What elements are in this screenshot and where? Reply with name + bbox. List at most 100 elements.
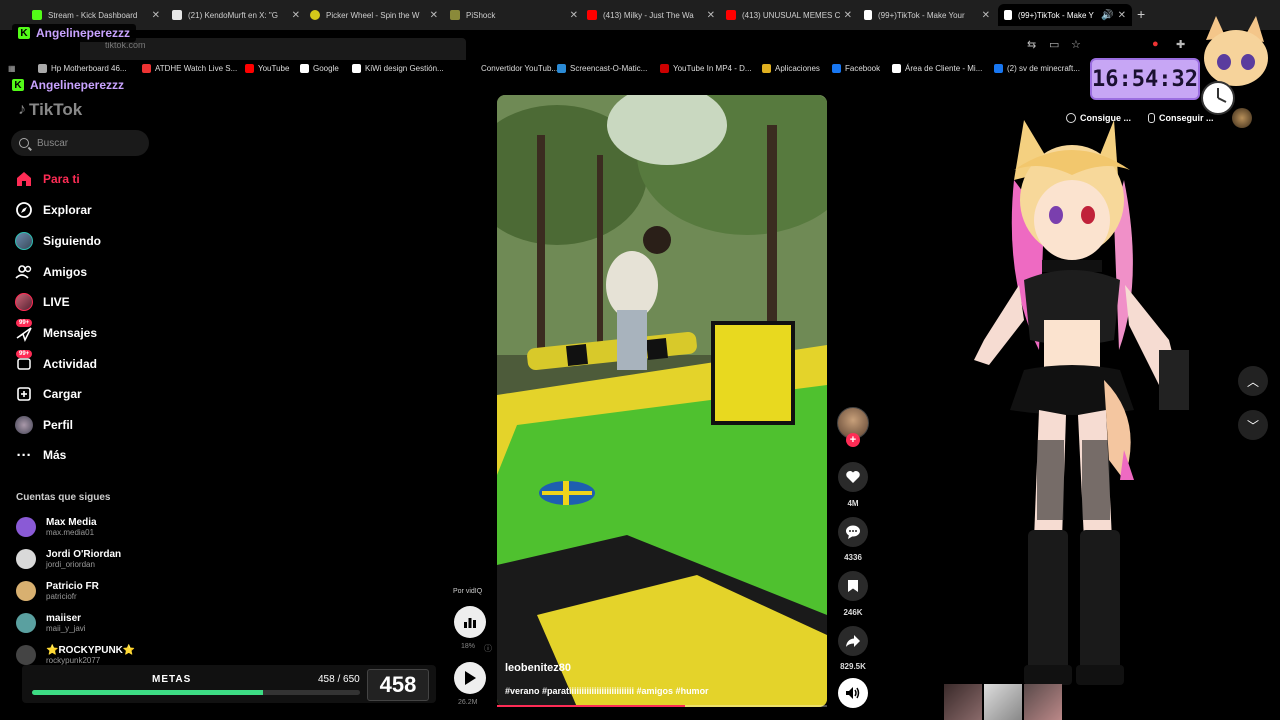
vtuber-avatar-image xyxy=(974,120,1189,685)
nav-item-actividad[interactable]: 99+ Actividad xyxy=(14,350,97,376)
browser-tab[interactable]: PiShock ✕ xyxy=(450,4,578,26)
mascot-eye-right xyxy=(1241,54,1255,70)
nav-item-explorar[interactable]: Explorar xyxy=(14,198,92,222)
browser-tab[interactable]: Picker Wheel - Spin the W ✕ xyxy=(310,4,438,26)
new-tab-button[interactable]: + xyxy=(1137,6,1145,22)
bookmark-item[interactable]: Screencast-O-Matic... xyxy=(557,64,647,73)
video-player[interactable] xyxy=(497,95,827,707)
nav-item-mas[interactable]: ··· Más xyxy=(14,443,67,467)
view-count: 26.2M xyxy=(458,699,478,706)
close-icon[interactable]: ✕ xyxy=(292,10,300,21)
search-input[interactable]: Buscar xyxy=(11,130,149,156)
more-icon: ··· xyxy=(16,446,32,464)
bookmark-favicon-icon xyxy=(300,64,309,73)
browser-tab[interactable]: Stream - Kick Dashboard ✕ xyxy=(32,4,160,26)
bookmark-item[interactable]: Aplicaciones xyxy=(762,64,820,73)
info-icon[interactable]: ⓘ xyxy=(484,643,492,654)
youtube-favicon-icon xyxy=(726,10,736,20)
following-account-item[interactable]: Patricio FR patriciofr xyxy=(16,577,99,605)
bookmark-item[interactable]: KiWi design Gestión... xyxy=(352,64,444,73)
bookmark-item[interactable]: ATDHE Watch Live S... xyxy=(142,64,237,73)
bookmark-item[interactable]: Facebook xyxy=(832,64,880,73)
video-frame-image xyxy=(497,95,827,707)
home-icon xyxy=(14,169,34,189)
close-icon[interactable]: ✕ xyxy=(844,10,852,21)
nav-item-perfil[interactable]: Perfil xyxy=(14,413,73,437)
nav-item-amigos[interactable]: Amigos xyxy=(14,260,87,284)
follow-plus-button[interactable]: + xyxy=(846,433,860,447)
save-button[interactable] xyxy=(838,571,868,601)
following-account-item[interactable]: maiiser maii_y_javi xyxy=(16,609,86,637)
stream-clock: 16:54:32 xyxy=(1090,58,1200,100)
profile-avatar-icon xyxy=(14,415,34,435)
video-author[interactable]: leobenitez80 xyxy=(505,662,571,674)
activity-icon: 99+ xyxy=(14,350,34,374)
translate-icon[interactable]: ⇆ xyxy=(1027,38,1036,51)
kick-logo-icon: K xyxy=(12,79,24,91)
mascot-head xyxy=(1204,30,1268,86)
video-hashtags[interactable]: #verano #paratiiiiiiiiiiiiiiiiiiiiiiiiii… xyxy=(505,686,709,696)
save-count: 246K xyxy=(843,608,863,617)
comment-count: 4336 xyxy=(844,553,862,562)
nav-item-mensajes[interactable]: 99+ Mensajes xyxy=(14,319,97,345)
video-progress-track[interactable] xyxy=(497,705,827,707)
next-video-button[interactable]: ﹀ xyxy=(1238,410,1268,440)
close-icon[interactable]: ✕ xyxy=(570,10,578,21)
volume-button[interactable] xyxy=(838,678,868,708)
play-button[interactable] xyxy=(454,662,486,694)
close-icon[interactable]: ✕ xyxy=(707,10,715,21)
profile-avatar[interactable] xyxy=(1232,108,1252,128)
nav-item-siguiendo[interactable]: Siguiendo xyxy=(14,229,101,253)
bookmark-label: Hp Motherboard 46... xyxy=(51,64,127,73)
bookmark-item[interactable]: (2) sv de minecraft... xyxy=(994,64,1080,73)
browser-tab-active[interactable]: (99+)TikTok - Make Y 🔊 ✕ xyxy=(998,4,1132,26)
thumbnail-image xyxy=(984,684,1022,720)
avatar xyxy=(16,645,36,665)
browser-tab[interactable]: (21) KendoMurft en X: "G ✕ xyxy=(172,4,300,26)
bookmark-star-icon[interactable]: ☆ xyxy=(1071,38,1081,51)
account-handle: rockypunk2077 xyxy=(46,656,101,665)
previous-video-button[interactable]: ︿ xyxy=(1238,366,1268,396)
close-icon[interactable]: ✕ xyxy=(982,10,990,21)
browser-tab[interactable]: (413) Milky - Just The Wa ✕ xyxy=(587,4,715,26)
extension-icon[interactable]: ● xyxy=(1152,38,1159,50)
bookmark-item[interactable]: Hp Motherboard 46... xyxy=(38,64,127,73)
nav-item-cargar[interactable]: Cargar xyxy=(14,382,82,406)
extensions-puzzle-icon[interactable]: ✚ xyxy=(1176,38,1185,51)
close-icon[interactable]: ✕ xyxy=(152,10,160,21)
kick-username-badge: K Angelineperezzz xyxy=(12,24,137,42)
like-button[interactable] xyxy=(838,462,868,492)
share-button[interactable] xyxy=(838,626,868,656)
search-icon xyxy=(19,138,29,148)
close-icon[interactable]: ✕ xyxy=(430,10,438,21)
bookmark-item[interactable]: YouTube xyxy=(245,64,289,73)
bookmark-favicon-icon xyxy=(832,64,841,73)
vidiq-stats-button[interactable] xyxy=(454,606,486,638)
bookmark-item[interactable]: YouTube In MP4 - D... xyxy=(660,64,752,73)
nav-item-live[interactable]: LIVE xyxy=(14,290,70,314)
close-icon[interactable]: ✕ xyxy=(1118,10,1126,21)
bookmark-label: Facebook xyxy=(845,64,881,73)
tiktok-logo[interactable]: ♪ TikTok xyxy=(18,100,82,120)
notification-badge: 99+ xyxy=(16,350,33,358)
browser-tab[interactable]: (99+)TikTok - Make Your ✕ xyxy=(864,4,990,26)
bookmark-label: Convertidor YouTub... xyxy=(481,64,559,73)
apps-grid-icon[interactable]: ▦ xyxy=(8,64,16,73)
account-name: maiiser xyxy=(46,613,82,624)
cast-icon[interactable]: ▭ xyxy=(1049,38,1059,51)
x-favicon-icon xyxy=(172,10,182,20)
comment-button[interactable] xyxy=(838,517,868,547)
bookmark-item[interactable]: Google xyxy=(300,64,339,73)
following-account-item[interactable]: Jordi O'Riordan jordi_oriordan xyxy=(16,545,121,573)
notification-badge: 99+ xyxy=(16,319,33,327)
bookmark-item[interactable]: Área de Cliente - Mi... xyxy=(892,64,982,73)
bar-chart-icon xyxy=(464,618,476,628)
avatar xyxy=(15,232,33,250)
avatar xyxy=(16,613,36,633)
browser-tab[interactable]: (413) UNUSUAL MEMES C ✕ xyxy=(726,4,852,26)
bookmark-item[interactable]: Convertidor YouTub... xyxy=(468,64,558,73)
speaker-icon[interactable]: 🔊 xyxy=(1101,10,1113,21)
nav-item-para-ti[interactable]: Para ti xyxy=(14,167,80,191)
metas-count: 458 / 650 xyxy=(318,674,360,685)
following-account-item[interactable]: Max Media max.media01 xyxy=(16,513,97,541)
